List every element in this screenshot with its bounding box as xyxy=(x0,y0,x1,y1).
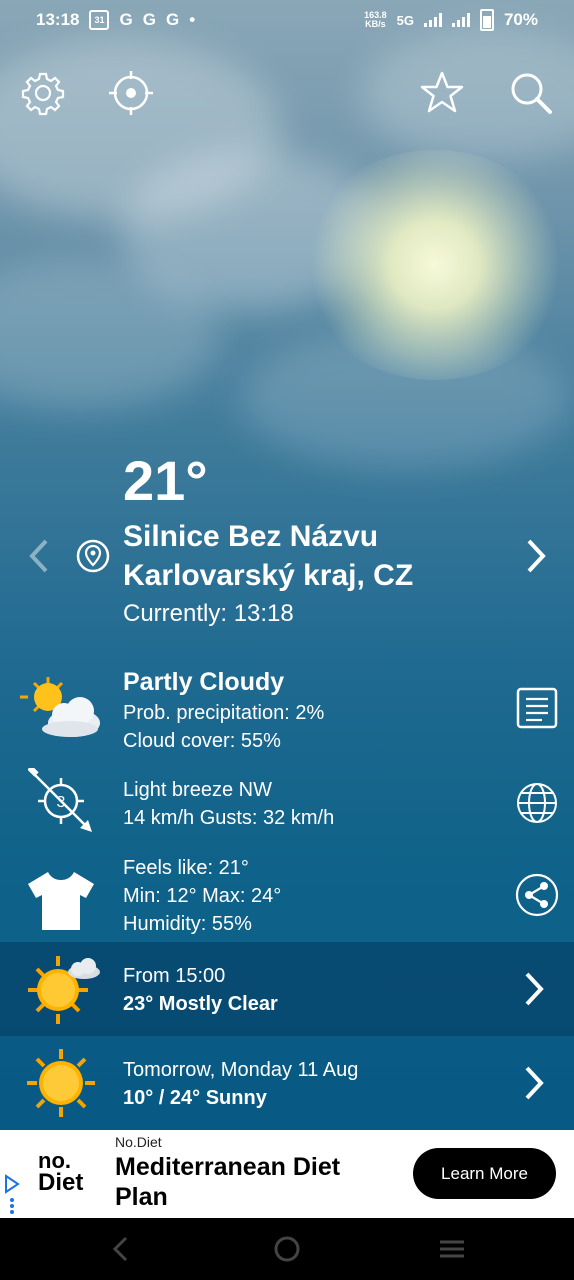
forecast-later-time: From 15:00 xyxy=(123,965,226,987)
mostly-clear-icon xyxy=(28,956,100,1024)
battery-icon xyxy=(479,9,494,31)
chevron-right-icon[interactable] xyxy=(522,1065,546,1101)
network-speed: 163.8 KB/s xyxy=(364,11,387,29)
advertiser-logo-bottom: Diet xyxy=(38,1169,84,1196)
partly-cloudy-icon xyxy=(20,677,100,737)
forecast-tomorrow-block: Tomorrow, Monday 11 Aug 10° / 24° Sunny xyxy=(123,1056,358,1112)
ad-headline[interactable]: Mediterranean Diet Plan xyxy=(115,1152,395,1212)
more-notifications-dot: • xyxy=(189,10,196,29)
feels-block: Feels like: 21° Min: 12° Max: 24° Humidi… xyxy=(123,854,281,938)
learn-more-button[interactable]: Learn More xyxy=(413,1148,556,1199)
calendar-icon: 31 xyxy=(89,10,110,30)
min-max-temperature: Min: 12° Max: 24° xyxy=(123,885,282,907)
forecast-later-block: From 15:00 23° Mostly Clear xyxy=(123,962,278,1018)
forecast-later-summary: 23° Mostly Clear xyxy=(123,993,278,1015)
gear-icon[interactable] xyxy=(20,70,66,116)
share-icon[interactable] xyxy=(515,873,559,917)
forecast-tomorrow-date: Tomorrow, Monday 11 Aug xyxy=(123,1059,359,1081)
network-type: 5G xyxy=(396,12,414,28)
chevron-right-icon[interactable] xyxy=(522,971,546,1007)
location-pin-icon xyxy=(76,539,110,573)
battery-level: 70% xyxy=(503,10,538,29)
weather-screen: 13:18 31 G G G • 163.8 KB/s 5G 70% 21° S… xyxy=(0,0,574,1280)
sunny-icon xyxy=(27,1049,95,1117)
globe-icon[interactable] xyxy=(515,781,559,825)
forecast-later-row[interactable]: From 15:00 23° Mostly Clear xyxy=(0,942,574,1036)
wind-compass-icon: 3 xyxy=(28,768,92,832)
ad-choices-icon[interactable] xyxy=(4,1174,20,1218)
status-bar: 13:18 31 G G G • 163.8 KB/s 5G 70% xyxy=(0,0,574,40)
humidity: Humidity: 55% xyxy=(123,913,252,935)
google-notification-icon: G xyxy=(142,10,156,29)
signal-icon xyxy=(451,13,470,27)
next-location-chevron-icon[interactable] xyxy=(524,538,548,574)
star-icon[interactable] xyxy=(419,70,465,116)
forecast-tomorrow-row[interactable]: Tomorrow, Monday 11 Aug 10° / 24° Sunny xyxy=(0,1036,574,1130)
tshirt-icon xyxy=(28,872,94,930)
home-icon[interactable] xyxy=(272,1234,302,1264)
location-name: Silnice Bez Názvu xyxy=(123,520,379,553)
wind-block: Light breeze NW 14 km/h Gusts: 32 km/h xyxy=(123,776,334,832)
previous-location-chevron-icon[interactable] xyxy=(28,538,50,574)
back-icon[interactable] xyxy=(110,1234,132,1264)
details-list-icon[interactable] xyxy=(516,687,558,729)
current-time-label: Currently: 13:18 xyxy=(123,600,294,627)
search-icon[interactable] xyxy=(508,70,554,116)
feels-like: Feels like: 21° xyxy=(123,857,249,879)
conditions-block: Partly Cloudy Prob. precipitation: 2% Cl… xyxy=(123,665,324,755)
advertiser-name: No.Diet xyxy=(115,1134,162,1150)
google-notification-icon: G xyxy=(165,10,180,29)
precipitation-probability: Prob. precipitation: 2% xyxy=(123,702,325,724)
network-speed-unit: KB/s xyxy=(365,19,386,29)
wind-description: Light breeze NW xyxy=(123,779,272,801)
beaufort-number: 3 xyxy=(57,794,66,811)
recent-apps-icon[interactable] xyxy=(437,1234,467,1264)
advertiser-logo: no. Diet xyxy=(38,1150,84,1196)
system-navigation-bar xyxy=(0,1218,574,1280)
wind-speed: 14 km/h Gusts: 32 km/h xyxy=(123,807,335,829)
current-temperature: 21° xyxy=(123,449,208,512)
locate-icon[interactable] xyxy=(108,70,154,116)
signal-icon xyxy=(423,13,442,27)
condition-title: Partly Cloudy xyxy=(123,668,285,696)
status-time: 13:18 xyxy=(36,10,80,29)
google-notification-icon: G xyxy=(119,10,133,29)
ad-banner[interactable]: no. Diet No.Diet Mediterranean Diet Plan… xyxy=(0,1130,574,1218)
location-region: Karlovarský kraj, CZ xyxy=(123,559,414,592)
forecast-tomorrow-summary: 10° / 24° Sunny xyxy=(123,1087,267,1109)
cloud-cover: Cloud cover: 55% xyxy=(123,730,281,752)
sun-decoration xyxy=(300,150,570,380)
